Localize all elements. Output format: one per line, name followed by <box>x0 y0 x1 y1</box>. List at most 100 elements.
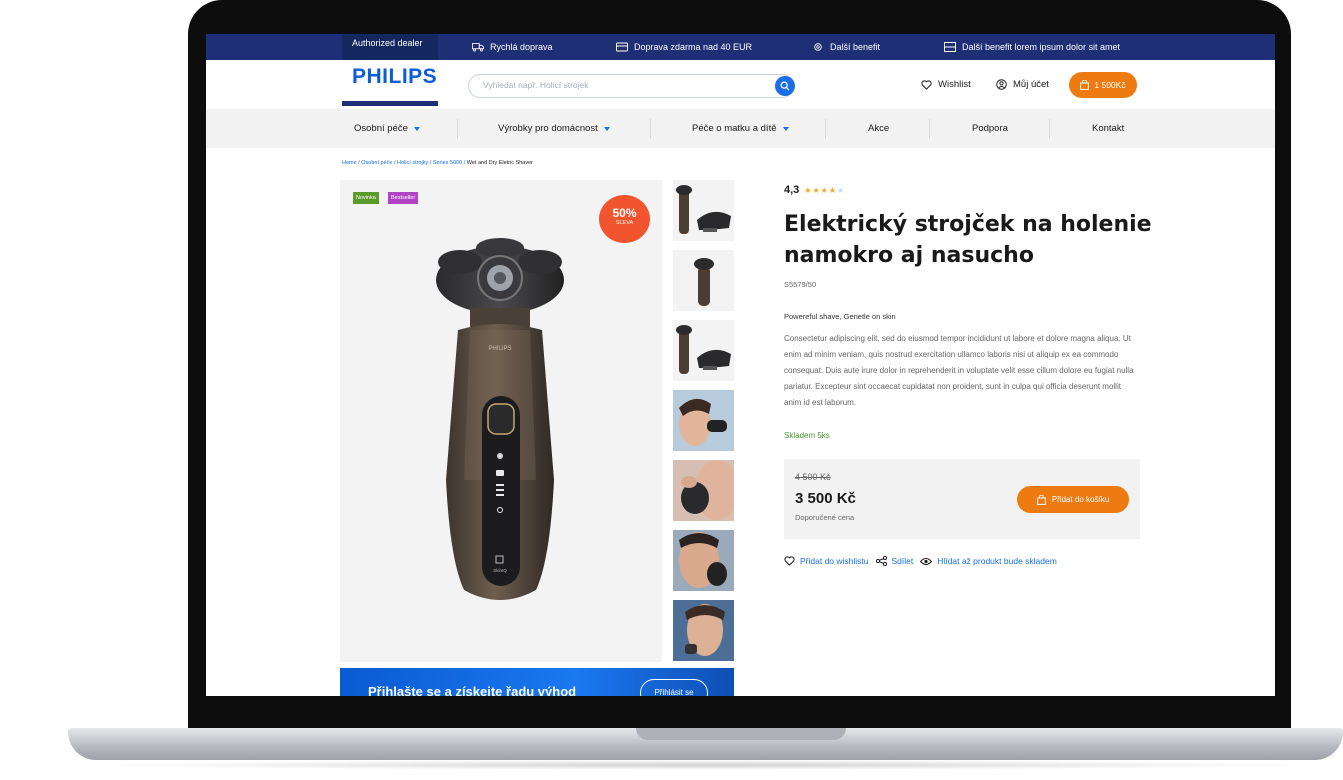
thumbnail[interactable] <box>673 530 734 591</box>
price-box: 4 500 Kč 3 500 Kč Doporučené cena Přidat… <box>784 459 1140 539</box>
benefits-bar: Authorized dealer Rychlá doprava Doprava… <box>206 34 1275 60</box>
current-price: 3 500 Kč <box>795 490 856 507</box>
box-icon <box>944 42 956 52</box>
product-description: Consectetur adipiscing elit, sed do eius… <box>784 334 1134 407</box>
share-label: Sdílet <box>891 556 914 566</box>
thumbnail[interactable] <box>673 180 734 241</box>
search-input[interactable] <box>481 79 765 91</box>
nav-item-sale[interactable]: Akce <box>868 123 889 134</box>
share-link[interactable]: Sdílet <box>875 556 914 566</box>
product-actions: Přidat do wishlistu Sdílet Hlídat až pro… <box>784 556 1064 566</box>
benefit-other: Další benefit <box>812 42 880 52</box>
philips-logo[interactable]: PHILIPS <box>342 60 438 106</box>
breadcrumb-link[interactable]: Home <box>342 160 357 166</box>
add-to-wishlist-link[interactable]: Přidat do wishlistu <box>784 556 869 566</box>
benefit-free-shipping: Doprava zdarma nad 40 EUR <box>616 42 752 52</box>
card-icon <box>616 42 628 52</box>
user-icon <box>996 79 1007 90</box>
nav-item-support[interactable]: Podpora <box>972 123 1008 134</box>
authorized-dealer-label: Authorized dealer <box>342 34 438 60</box>
heart-icon <box>784 556 795 566</box>
product-rating: 4,3 ★★★★★ <box>784 184 845 196</box>
chevron-down-icon <box>782 126 789 131</box>
bag-icon <box>1036 494 1046 505</box>
nav-divider <box>825 119 826 139</box>
rating-value: 4,3 <box>784 184 800 196</box>
bag-icon <box>1080 80 1090 90</box>
breadcrumb-link[interactable]: Osobní péče <box>361 160 392 166</box>
benefit-label: Doprava zdarma nad 40 EUR <box>634 42 753 52</box>
nav-divider <box>929 119 930 139</box>
product-subtitle: Powereful shave, Genetle on skin <box>784 312 896 321</box>
shaver-brand: PHILIPS <box>488 346 511 352</box>
breadcrumb: Home / Osobní péče / Holicí strojky / Se… <box>342 160 533 166</box>
nav-label: Výrobky pro domácnost <box>498 123 598 134</box>
product-main-image[interactable]: Novinka Bestseller 50% SLEVA PHILIPS Ski… <box>340 180 662 662</box>
laptop-notch <box>636 728 846 740</box>
nav-item-mother-child[interactable]: Péče o matku a dítě <box>692 123 789 134</box>
login-button[interactable]: Přihlásit se <box>640 679 708 696</box>
nav-label: Osobní péče <box>354 123 408 134</box>
search-box <box>468 74 795 98</box>
product-sku: S5579/50 <box>784 280 817 289</box>
cart-button[interactable]: 1 500Kč <box>1069 72 1137 98</box>
browser-screen: Authorized dealer Rychlá doprava Doprava… <box>206 34 1275 696</box>
thumbnail[interactable] <box>673 390 734 451</box>
share-icon <box>875 556 887 566</box>
benefit-other-long: Další benefit lorem ipsum dolor sit amet <box>944 42 1120 52</box>
eye-icon <box>920 557 933 565</box>
laptop-shadow <box>90 760 1320 770</box>
thumbnail[interactable] <box>673 600 734 661</box>
thumbnail[interactable] <box>673 250 734 311</box>
chevron-down-icon <box>413 126 420 131</box>
heart-icon <box>921 79 932 90</box>
breadcrumb-link[interactable]: Holicí strojky <box>397 160 428 166</box>
nav-label: Podpora <box>972 123 1008 134</box>
breadcrumb-current: Wet and Dry Eletric Shaver <box>466 160 533 166</box>
login-banner-text: Přihlašte se a získejte řadu výhod <box>368 684 577 696</box>
account-link[interactable]: Můj účet <box>996 79 1049 90</box>
gear-icon <box>814 43 822 51</box>
benefit-fast-delivery: Rychlá doprava <box>472 42 553 52</box>
stock-status: Skladem 5ks <box>784 431 830 440</box>
wishlist-action-label: Přidat do wishlistu <box>800 556 869 566</box>
chevron-down-icon <box>603 126 610 131</box>
product-title: Elektrický strojček na holenie namokro a… <box>784 212 1152 268</box>
star-rating-icon: ★★★★★ <box>804 186 845 195</box>
search-icon <box>780 81 790 91</box>
benefit-label: Další benefit lorem ipsum dolor sit amet <box>962 42 1121 52</box>
logo-underline <box>342 101 438 106</box>
thumbnail[interactable] <box>673 460 734 521</box>
nav-label: Péče o matku a dítě <box>692 123 777 134</box>
main-nav: Osobní péče Výrobky pro domácnost Péče o… <box>206 109 1275 148</box>
nav-item-personal-care[interactable]: Osobní péče <box>354 123 420 134</box>
shaver-image: PHILIPS SkinIQ <box>436 238 564 600</box>
nav-divider <box>1049 119 1050 139</box>
add-to-cart-label: Přidat do košíku <box>1051 495 1110 504</box>
wishlist-label: Wishlist <box>938 79 971 90</box>
nav-label: Kontakt <box>1092 123 1125 134</box>
breadcrumb-link[interactable]: Series 5000 <box>433 160 462 166</box>
star-empty-icon: ★ <box>836 185 846 195</box>
nav-divider <box>650 119 651 139</box>
nav-label: Akce <box>868 123 890 134</box>
add-to-cart-button[interactable]: Přidat do košíku <box>1017 486 1129 513</box>
truck-icon <box>472 43 484 52</box>
wishlist-link[interactable]: Wishlist <box>921 79 971 90</box>
cart-total: 1 500Kč <box>1094 80 1126 90</box>
watch-stock-link[interactable]: Hlídat až produkt bude skladem <box>920 556 1057 566</box>
logo-text: PHILIPS <box>352 65 438 88</box>
thumbnail[interactable] <box>673 320 734 381</box>
login-banner: Přihlašte se a získejte řadu výhod Přihl… <box>340 668 734 696</box>
nav-item-household[interactable]: Výrobky pro domácnost <box>498 123 610 134</box>
account-label: Můj účet <box>1013 79 1049 90</box>
stars-filled: ★★★★ <box>804 185 837 195</box>
shaver-label: SkinIQ <box>493 568 507 573</box>
search-button[interactable] <box>775 76 795 96</box>
benefit-label: Další benefit <box>830 42 881 52</box>
benefit-label: Rychlá doprava <box>490 42 553 52</box>
old-price: 4 500 Kč <box>795 472 831 482</box>
price-note: Doporučené cena <box>795 513 855 522</box>
nav-item-contact[interactable]: Kontakt <box>1092 123 1124 134</box>
nav-divider <box>457 119 458 139</box>
